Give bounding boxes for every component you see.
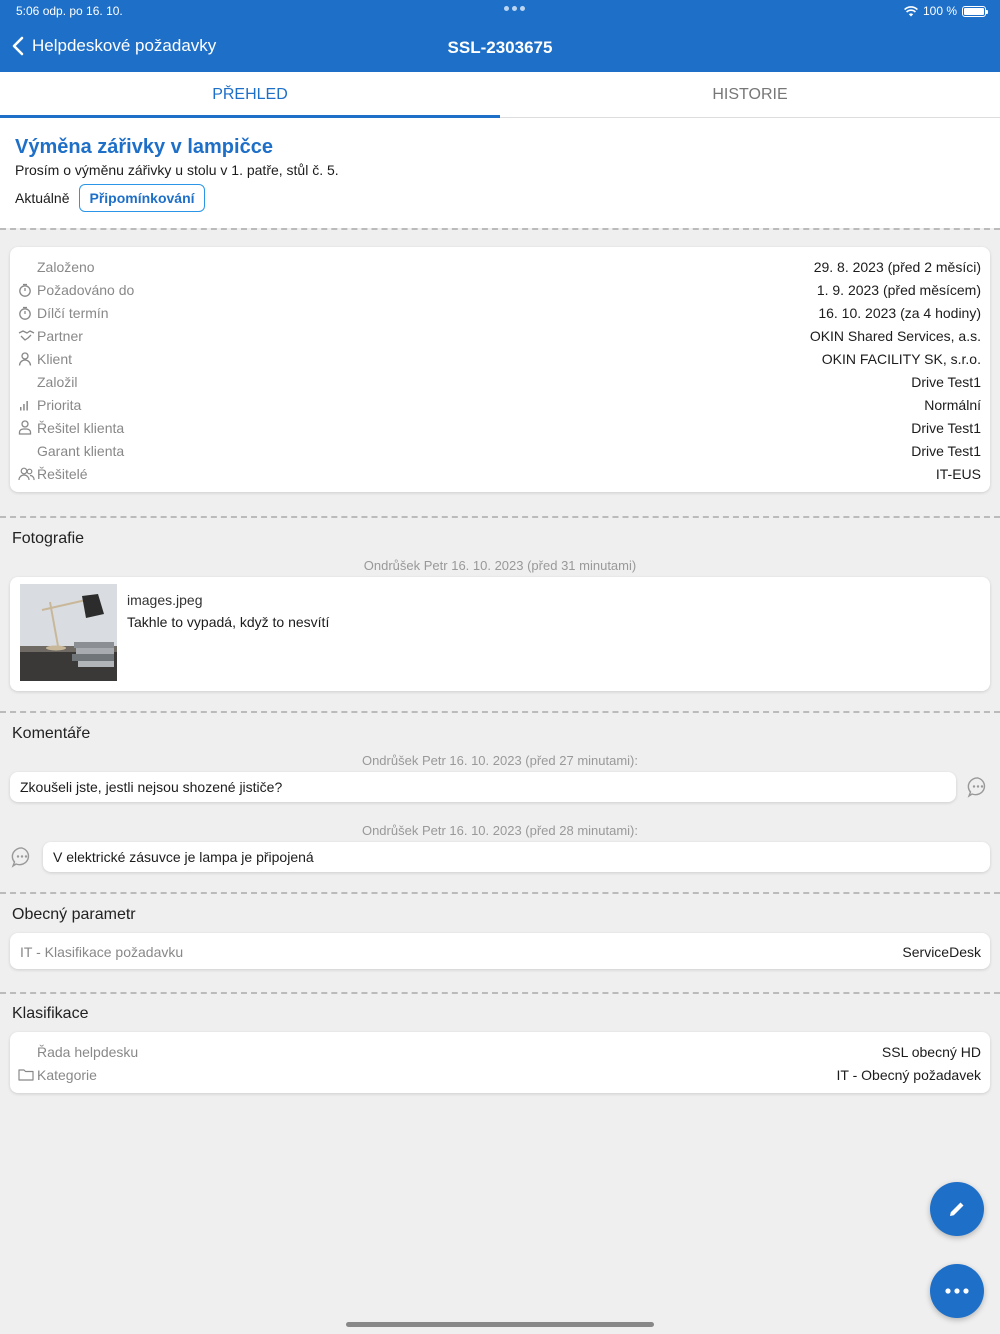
lamp-image-icon	[20, 584, 117, 681]
state-label: Aktuálně	[15, 190, 70, 206]
divider	[0, 516, 1000, 518]
more-actions-button[interactable]	[930, 1264, 984, 1318]
comment-bubble: V elektrické zásuvce je lampa je připoje…	[43, 842, 990, 872]
detail-value: 16. 10. 2023 (za 4 hodiny)	[818, 304, 981, 321]
signal-bars-icon	[18, 397, 37, 413]
classification-row-category: Kategorie IT - Obecný požadavek	[10, 1063, 990, 1086]
detail-key: Garant klienta	[37, 442, 125, 459]
detail-value: 1. 9. 2023 (před měsícem)	[816, 281, 981, 298]
more-dots-icon	[945, 1288, 969, 1294]
tab-history[interactable]: HISTORIE	[500, 72, 1000, 117]
wifi-icon	[904, 5, 918, 16]
comment-bubble: Zkoušeli jste, jestli nejsou shozené jis…	[10, 772, 956, 802]
detail-key: Založil	[37, 373, 78, 390]
detail-key: Založeno	[37, 258, 95, 275]
detail-key: Partner	[37, 327, 83, 344]
general-param-card: IT - Klasifikace požadavku ServiceDesk	[10, 933, 990, 969]
detail-row-created: Založeno 29. 8. 2023 (před 2 měsíci)	[10, 255, 990, 278]
param-value: ServiceDesk	[902, 943, 981, 960]
photo-filename: images.jpeg	[127, 592, 203, 608]
chat-bubble-icon[interactable]	[11, 846, 33, 868]
divider	[0, 892, 1000, 894]
battery-percent: 100 %	[922, 4, 957, 18]
detail-row-priority: Priorita Normální	[10, 393, 990, 416]
detail-value: Normální	[924, 396, 981, 413]
person-outline-icon	[18, 420, 37, 436]
request-title: Výměna zářivky v lampičce	[15, 136, 273, 158]
photo-description: Takhle to vypadá, když to nesvítí	[127, 614, 330, 630]
photo-thumbnail[interactable]	[20, 584, 117, 681]
detail-value: IT-EUS	[935, 465, 981, 482]
photo-info: images.jpeg Takhle to vypadá, když to ne…	[127, 584, 329, 684]
pencil-icon	[950, 1202, 964, 1216]
photo-card[interactable]: images.jpeg Takhle to vypadá, když to ne…	[10, 577, 990, 691]
comment-meta: Ondrůšek Petr 16. 10. 2023 (před 27 minu…	[361, 753, 639, 768]
timer-icon	[18, 305, 37, 321]
details-card: Založeno 29. 8. 2023 (před 2 měsíci) Pož…	[10, 247, 990, 492]
home-indicator[interactable]	[346, 1322, 654, 1327]
person-icon	[18, 351, 37, 367]
detail-row-partial-deadline: Dílčí termín 16. 10. 2023 (za 4 hodiny)	[10, 301, 990, 324]
photos-section-title: Fotografie	[12, 530, 85, 547]
status-right: 100 %	[904, 4, 988, 18]
detail-key: Řešitel klienta	[37, 419, 125, 436]
detail-row-client-solver: Řešitel klienta Drive Test1	[10, 416, 990, 439]
detail-key: Klient	[37, 350, 73, 367]
classification-key: Kategorie	[37, 1066, 97, 1083]
photo-meta: Ondrůšek Petr 16. 10. 2023 (před 31 minu…	[363, 558, 637, 573]
handshake-icon	[18, 328, 37, 344]
detail-row-partner: Partner OKIN Shared Services, a.s.	[10, 324, 990, 347]
detail-row-client-guarantor: Garant klienta Drive Test1	[10, 439, 990, 462]
chat-bubble-icon[interactable]	[967, 776, 989, 798]
detail-row-created-by: Založil Drive Test1	[10, 370, 990, 393]
general-param-row: IT - Klasifikace požadavku ServiceDesk	[10, 940, 990, 963]
detail-key: Priorita	[37, 396, 82, 413]
status-bar: 5:06 odp. po 16. 10. 100 %	[16, 4, 988, 20]
param-key: IT - Klasifikace požadavku	[20, 943, 184, 960]
classification-value: IT - Obecný požadavek	[836, 1066, 981, 1083]
comment-meta: Ondrůšek Petr 16. 10. 2023 (před 28 minu…	[361, 823, 639, 838]
general-param-section-title: Obecný parametr	[12, 906, 136, 923]
request-header: Výměna zářivky v lampičce Prosím o výměn…	[0, 118, 1000, 228]
detail-value: Drive Test1	[911, 419, 981, 436]
classification-section-title: Klasifikace	[12, 1005, 89, 1022]
detail-key: Dílčí termín	[37, 304, 109, 321]
tab-bar: PŘEHLED HISTORIE	[0, 72, 1000, 118]
folder-icon	[18, 1067, 37, 1083]
detail-value: 29. 8. 2023 (před 2 měsíci)	[813, 258, 981, 275]
detail-row-client: Klient OKIN FACILITY SK, s.r.o.	[10, 347, 990, 370]
classification-card: Řada helpdesku SSL obecný HD Kategorie I…	[10, 1032, 990, 1093]
tab-overview[interactable]: PŘEHLED	[0, 72, 500, 118]
multitasking-dots-icon[interactable]	[504, 6, 525, 11]
state-row: Aktuálně Připomínkování	[15, 184, 985, 212]
back-button-label: Helpdeskové požadavky	[32, 36, 217, 55]
divider	[0, 228, 1000, 230]
status-time: 5:06 odp. po 16. 10.	[16, 4, 123, 18]
timer-icon	[18, 282, 37, 298]
classification-value: SSL obecný HD	[881, 1043, 981, 1060]
classification-key: Řada helpdesku	[37, 1043, 139, 1060]
state-badge[interactable]: Připomínkování	[79, 184, 205, 212]
detail-key: Požadováno do	[37, 281, 135, 298]
people-icon	[18, 466, 37, 482]
divider	[0, 992, 1000, 994]
back-button[interactable]: Helpdeskové požadavky	[12, 36, 216, 56]
chevron-left-icon	[12, 36, 24, 56]
detail-value: Drive Test1	[911, 373, 981, 390]
navigation-bar: 5:06 odp. po 16. 10. 100 % Helpdeskové p…	[0, 0, 1000, 72]
detail-value: OKIN FACILITY SK, s.r.o.	[821, 350, 981, 367]
request-description: Prosím o výměnu zářivky u stolu v 1. pat…	[15, 162, 339, 178]
detail-value: OKIN Shared Services, a.s.	[809, 327, 981, 344]
detail-row-requested-by: Požadováno do 1. 9. 2023 (před měsícem)	[10, 278, 990, 301]
edit-button[interactable]	[930, 1182, 984, 1236]
detail-value: Drive Test1	[911, 442, 981, 459]
detail-row-solvers: Řešitelé IT-EUS	[10, 462, 990, 485]
divider	[0, 711, 1000, 713]
classification-row-helpdesk: Řada helpdesku SSL obecný HD	[10, 1040, 990, 1063]
detail-key: Řešitelé	[37, 465, 88, 482]
comments-section-title: Komentáře	[12, 725, 91, 742]
battery-icon	[962, 5, 988, 17]
